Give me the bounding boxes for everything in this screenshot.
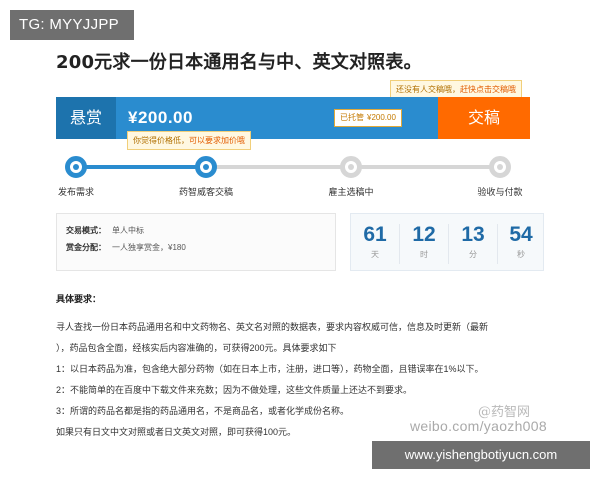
reward-allocation-row: 赏金分配： 一人独享赏金，¥180 <box>66 239 335 256</box>
submit-button[interactable]: 交稿 <box>438 97 530 139</box>
trade-mode-value: 单人中标 <box>112 226 144 235</box>
countdown-hours: 12 时 <box>400 214 448 272</box>
step-label-1: 发布需求 <box>57 187 95 197</box>
requirement-line: 寻人查找一份日本药品通用名和中文药物名、英文名对照的数据表，要求内容权威可信，信… <box>56 322 489 332</box>
countdown-minutes-value: 13 <box>461 223 485 246</box>
requirement-line: 1：以日本药品为准，包含绝大部分药物（如在日本上市，注册，进口等），药物全面，且… <box>56 364 484 374</box>
requirement-line: ），药品包含全面，经核实后内容准确的，可获得200元。具体要求如下 <box>56 343 337 353</box>
weibo-url-watermark: weibo.com/yaozh008 <box>410 418 547 434</box>
countdown-hours-value: 12 <box>412 223 436 246</box>
countdown-days-value: 61 <box>363 223 387 246</box>
requirement-line: 3：所谓的药品名都是指的药品通用名，不是商品名，或者化学成份名称。 <box>56 406 350 416</box>
trade-mode-row: 交易模式： 单人中标 <box>66 222 335 239</box>
countdown-days-unit: 天 <box>371 250 379 259</box>
hosted-label: 已托管 <box>340 113 364 122</box>
submit-hint-link[interactable]: 赶快点击交稿哦 <box>460 85 516 94</box>
countdown-seconds-unit: 秒 <box>517 250 525 259</box>
raise-price-text: 你觉得价格低， <box>133 136 189 145</box>
countdown-seconds-value: 54 <box>509 223 533 246</box>
step-label-2: 药智威客交稿 <box>178 187 234 197</box>
transaction-info: 交易模式： 单人中标 赏金分配： 一人独享赏金，¥180 <box>56 213 336 271</box>
countdown-hours-unit: 时 <box>420 250 428 259</box>
tag-badge: TG: MYYJJPP <box>10 10 134 40</box>
page-title: 200元求一份日本通用名与中、英文对照表。 <box>56 52 422 73</box>
hosted-amount: ¥200.00 <box>367 113 396 122</box>
reward-label: 悬赏 <box>56 97 116 139</box>
hosted-badge: 已托管 ¥200.00 <box>334 109 402 127</box>
progress-line-done <box>76 165 206 169</box>
step-marker-2 <box>195 156 217 178</box>
reward-allocation-value: 一人独享赏金，¥180 <box>112 243 186 252</box>
countdown-seconds: 54 秒 <box>497 214 545 272</box>
countdown-minutes: 13 分 <box>449 214 497 272</box>
step-marker-4 <box>489 156 511 178</box>
step-marker-1 <box>65 156 87 178</box>
step-marker-3 <box>340 156 362 178</box>
trade-mode-key: 交易模式： <box>66 226 106 235</box>
countdown-timer: 61 天 12 时 13 分 54 秒 <box>350 213 544 271</box>
countdown-days: 61 天 <box>351 214 399 272</box>
requirement-line: 2：不能简单的在百度中下载文件来充数；因为不做处理，这些文件质量上还达不到要求。 <box>56 385 413 395</box>
reward-allocation-key: 赏金分配： <box>66 243 106 252</box>
requirement-line: 如果只有日文中文对照或者日文英文对照，即可获得100元。 <box>56 427 297 437</box>
step-label-3: 雇主选稿中 <box>328 187 374 197</box>
step-label-4: 验收与付款 <box>477 187 523 197</box>
raise-price-link[interactable]: 可以要求加价哦 <box>189 136 245 145</box>
raise-price-tooltip: 你觉得价格低，可以要求加价哦 <box>127 131 251 150</box>
countdown-minutes-unit: 分 <box>469 250 477 259</box>
submit-hint-text: 还没有人交稿哦， <box>396 85 460 94</box>
site-url-banner: www.yishengbotiyucn.com <box>372 441 590 469</box>
requirements-heading: 具体要求： <box>56 294 102 304</box>
